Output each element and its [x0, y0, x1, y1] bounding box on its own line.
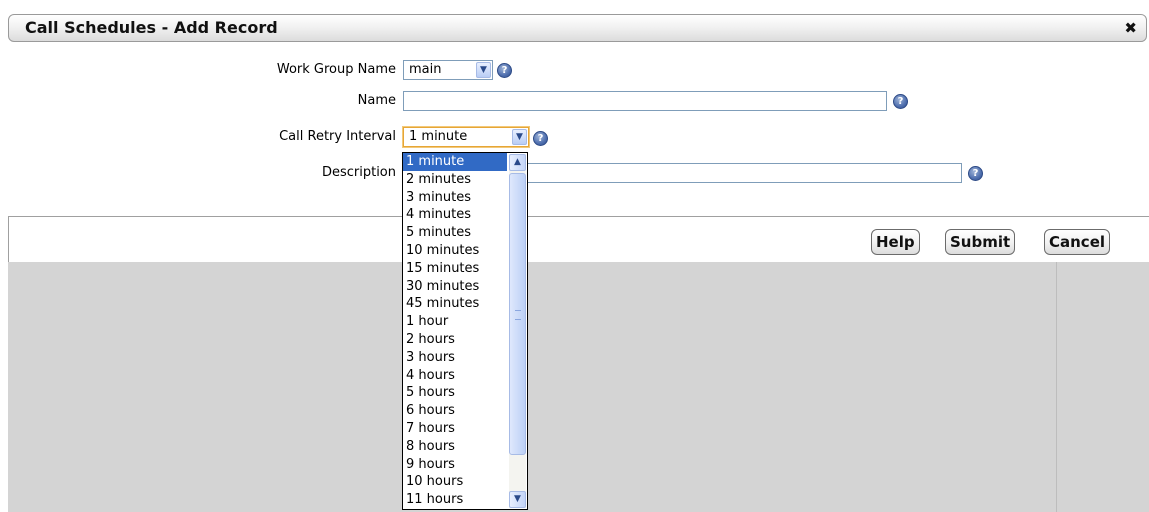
call-retry-interval-options[interactable]: 1 minute 2 minutes 3 minutes 4 minutes 5 min…	[402, 152, 528, 510]
grip-icon	[515, 310, 521, 320]
dropdown-option[interactable]: 6 hours	[403, 402, 507, 420]
help-icon[interactable]: ?	[533, 131, 548, 146]
work-group-value: main	[409, 62, 442, 77]
scroll-down-icon[interactable]: ▼	[509, 491, 526, 508]
scroll-up-icon[interactable]: ▲	[509, 154, 526, 171]
cancel-button[interactable]: Cancel	[1044, 229, 1111, 255]
dropdown-option[interactable]: 11 hours	[403, 491, 507, 509]
dropdown-option[interactable]: 10 hours	[403, 473, 507, 491]
close-icon[interactable]: ✖	[1124, 19, 1137, 37]
help-icon[interactable]: ?	[893, 94, 908, 109]
help-icon[interactable]: ?	[968, 166, 983, 181]
content-divider	[1056, 262, 1057, 512]
help-icon[interactable]: ?	[497, 63, 512, 78]
options-list: 1 minute 2 minutes 3 minutes 4 minutes 5 min…	[403, 153, 507, 509]
submit-button[interactable]: Submit	[945, 229, 1016, 255]
dropdown-option[interactable]: 10 minutes	[403, 242, 507, 260]
dialog-titlebar: Call Schedules - Add Record ✖	[8, 14, 1147, 42]
description-label: Description	[321, 165, 396, 180]
dropdown-option[interactable]: 3 minutes	[403, 189, 507, 207]
add-record-form: Work Group Name main ▼ ? Name ? Call Ret…	[8, 44, 1148, 216]
chevron-down-icon[interactable]: ▼	[512, 129, 527, 145]
dropdown-option[interactable]: 4 minutes	[403, 206, 507, 224]
call-retry-interval-label: Call Retry Interval	[279, 129, 396, 144]
dropdown-option[interactable]: 3 hours	[403, 349, 507, 367]
scroll-thumb[interactable]	[509, 173, 526, 455]
content-area	[8, 262, 1149, 512]
name-input[interactable]	[403, 91, 887, 111]
work-group-name-label: Work Group Name	[276, 62, 396, 77]
name-label: Name	[357, 93, 396, 108]
dropdown-option[interactable]: 7 hours	[403, 420, 507, 438]
dropdown-option[interactable]: 15 minutes	[403, 260, 507, 278]
dropdown-option[interactable]: 1 hour	[403, 313, 507, 331]
footer-border	[8, 216, 9, 262]
work-group-select[interactable]: main ▼	[403, 60, 493, 80]
dropdown-option[interactable]: 5 hours	[403, 384, 507, 402]
dropdown-option[interactable]: 30 minutes	[403, 278, 507, 296]
dialog-title: Call Schedules - Add Record	[25, 18, 278, 37]
call-retry-interval-value: 1 minute	[409, 129, 468, 144]
footer-separator	[8, 216, 1149, 217]
chevron-down-icon[interactable]: ▼	[476, 62, 491, 78]
help-button[interactable]: Help	[871, 229, 920, 255]
dropdown-option[interactable]: 5 minutes	[403, 224, 507, 242]
dropdown-option[interactable]: 45 minutes	[403, 295, 507, 313]
dropdown-option[interactable]: 1 minute	[403, 153, 507, 171]
dropdown-option[interactable]: 8 hours	[403, 438, 507, 456]
scrollbar[interactable]: ▲ ▼	[509, 154, 526, 508]
dropdown-option[interactable]: 2 hours	[403, 331, 507, 349]
call-retry-interval-select[interactable]: 1 minute ▼	[403, 127, 529, 147]
dropdown-option[interactable]: 4 hours	[403, 367, 507, 385]
dropdown-option[interactable]: 2 minutes	[403, 171, 507, 189]
dropdown-option[interactable]: 9 hours	[403, 456, 507, 474]
